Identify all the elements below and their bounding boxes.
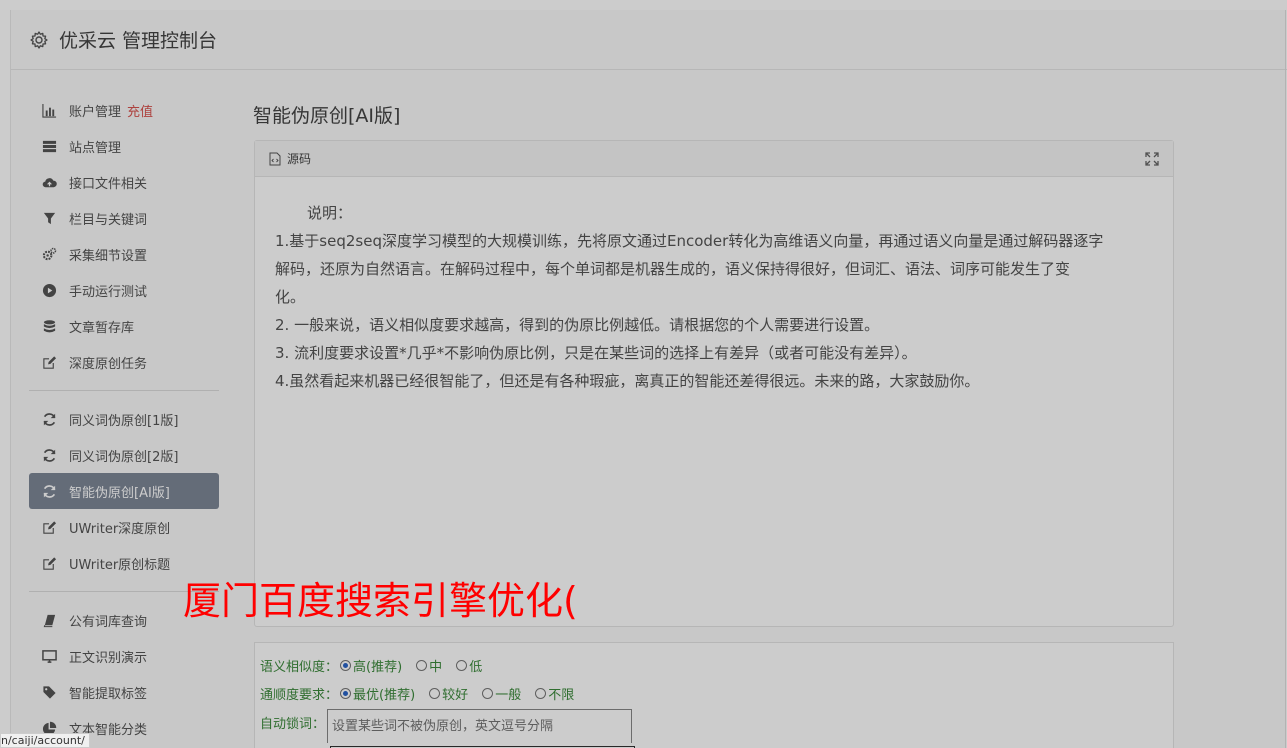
top-header: 优采云 管理控制台	[11, 10, 1287, 70]
sidebar-item-label: 接口文件相关	[69, 176, 148, 192]
filter-icon	[41, 210, 57, 226]
radio-circle[interactable]	[340, 687, 352, 699]
cloud-upload-icon	[41, 174, 57, 190]
sidebar-item-label: 公有词库查询	[69, 614, 148, 630]
sidebar-item-label: 正文识别演示	[69, 650, 148, 666]
sidebar-item-label: 文章暂存库	[69, 320, 135, 336]
panel-body: 说明： 1.基于seq2seq深度学习模型的大规模训练，先将原文通过Encoder…	[255, 177, 1135, 395]
sidebar-item[interactable]: 深度原创任务	[29, 344, 219, 380]
similarity-label: 语义相似度：	[260, 659, 339, 675]
edit-icon	[41, 519, 57, 535]
radio-label: 最优(推荐)	[353, 687, 416, 703]
sidebar-item[interactable]: 手动运行测试	[29, 272, 219, 308]
sidebar-item[interactable]: 栏目与关键词	[29, 200, 219, 236]
sidebar-item[interactable]: 采集细节设置	[29, 236, 219, 272]
edit-icon	[41, 354, 57, 370]
description-line: 4.虽然看起来机器已经很智能了，但还是有各种瑕疵，离真正的智能还差得很远。未来的…	[275, 372, 980, 390]
similarity-row: 语义相似度： 高(推荐) 中 低	[260, 651, 1173, 679]
play-circle-icon	[41, 282, 57, 298]
panel-header: 源码	[255, 141, 1173, 177]
fluency-radio[interactable]: 较好	[429, 684, 468, 703]
refresh-icon	[41, 483, 57, 499]
radio-label: 低	[469, 659, 483, 675]
sidebar-item[interactable]: 账户管理 充值	[29, 92, 219, 128]
tag-icon	[41, 684, 57, 700]
expand-icon[interactable]	[1145, 152, 1159, 166]
radio-label: 一般	[495, 687, 522, 703]
page-title: 智能伪原创[AI版]	[253, 105, 401, 127]
monitor-icon	[41, 648, 57, 664]
description-line: 2. 一般来说，语义相似度要求越高，得到的伪原比例越低。请根据您的个人需要进行设…	[275, 316, 880, 334]
sidebar-item-label: 采集细节设置	[69, 248, 148, 264]
bar-chart-icon	[41, 102, 57, 118]
fluency-radio[interactable]: 不限	[535, 684, 574, 703]
app-title: 优采云 管理控制台	[59, 30, 218, 52]
sidebar-item-label: 账户管理	[69, 104, 122, 120]
sidebar-item[interactable]: 智能伪原创[AI版]	[29, 473, 219, 509]
edit-icon	[41, 555, 57, 571]
lock-row: 自动锁词：	[260, 709, 1173, 743]
lock-label: 自动锁词：	[260, 717, 326, 732]
radio-label: 中	[429, 659, 443, 675]
sidebar-item[interactable]: 智能提取标签	[29, 674, 219, 710]
radio-label: 不限	[548, 687, 575, 703]
sidebar-nav: 账户管理 充值站点管理接口文件相关 栏目与关键词 采集细节设置 手动运行测试 文章暂存库深…	[29, 92, 219, 746]
similarity-radio[interactable]: 低	[456, 656, 482, 675]
page: 优采云 管理控制台 账户管理 充值站点管理接口文件相关 栏目与关键词 采集细节设置 手动…	[10, 10, 1287, 748]
nav-divider	[29, 390, 219, 391]
refresh-icon	[41, 411, 57, 427]
sidebar-item-label: UWriter深度原创	[69, 521, 171, 537]
refresh-icon	[41, 447, 57, 463]
database-icon	[41, 318, 57, 334]
sidebar-item-label: 智能伪原创[AI版]	[69, 485, 170, 501]
description-line: 1.基于seq2seq深度学习模型的大规模训练，先将原文通过Encoder转化为…	[275, 232, 1104, 250]
sidebar-item[interactable]: 同义词伪原创[1版]	[29, 401, 219, 437]
radio-label: 较好	[442, 687, 469, 703]
sidebar-item-label: 栏目与关键词	[69, 212, 148, 228]
right-border	[1285, 10, 1286, 748]
sidebar-item-label: 智能提取标签	[69, 686, 148, 702]
recharge-link[interactable]: 充值	[127, 101, 153, 120]
sidebar-item-label: 手动运行测试	[69, 284, 148, 300]
sidebar-item-label: 深度原创任务	[69, 356, 148, 372]
description-line: 3. 流利度要求设置*几乎*不影响伪原比例，只是在某些词的选择上有差异（或者可能…	[275, 344, 917, 362]
gear-icon	[30, 30, 48, 49]
fluency-radio[interactable]: 一般	[482, 684, 521, 703]
description-line: 化。	[275, 288, 306, 306]
sidebar-item-label: UWriter原创标题	[69, 557, 171, 573]
file-code-icon	[269, 152, 281, 165]
server-icon	[41, 138, 57, 154]
similarity-radio[interactable]: 中	[416, 656, 442, 675]
description-heading: 说明：	[307, 204, 353, 222]
sidebar-item[interactable]: 站点管理	[29, 128, 219, 164]
sidebar-item-label: 同义词伪原创[1版]	[69, 413, 179, 429]
source-panel: 源码 说明： 1.基于seq2seq深度学习模型的大规模训练，先将原文通过Enco…	[254, 140, 1174, 627]
cogs-icon	[41, 246, 57, 262]
fluency-row: 通顺度要求： 最优(推荐) 较好 一般 不限	[260, 679, 1173, 707]
radio-circle[interactable]	[429, 687, 441, 699]
radio-circle[interactable]	[482, 687, 494, 699]
fluency-radio[interactable]: 最优(推荐)	[340, 684, 415, 703]
radio-circle[interactable]	[340, 659, 352, 671]
sidebar-item-label: 站点管理	[69, 140, 122, 156]
similarity-radio[interactable]: 高(推荐)	[340, 656, 402, 675]
fluency-label: 通顺度要求：	[260, 687, 339, 703]
sidebar-item[interactable]: 正文识别演示	[29, 638, 219, 674]
options-form: 语义相似度： 高(推荐) 中 低 通顺度要求： 最优(推荐) 较好 一般 不限 自动锁词：	[254, 642, 1174, 748]
radio-circle[interactable]	[456, 659, 468, 671]
watermark-text: 厦门百度搜索引擎优化(	[183, 579, 578, 623]
status-url: n/caiji/account/	[0, 733, 90, 748]
panel-title: 源码	[287, 152, 312, 166]
sidebar-item[interactable]: 接口文件相关	[29, 164, 219, 200]
sidebar-item-label: 同义词伪原创[2版]	[69, 449, 179, 465]
radio-label: 高(推荐)	[353, 659, 403, 675]
radio-circle[interactable]	[535, 687, 547, 699]
sidebar-item[interactable]: 同义词伪原创[2版]	[29, 437, 219, 473]
radio-circle[interactable]	[416, 659, 428, 671]
sidebar-item[interactable]: 文章暂存库	[29, 308, 219, 344]
book-icon	[41, 612, 57, 628]
description-line: 解码，还原为自然语言。在解码过程中，每个单词都是机器生成的，语义保持得很好，但词…	[275, 260, 1071, 278]
sidebar-item[interactable]: UWriter深度原创	[29, 509, 219, 545]
lock-words-input[interactable]	[327, 709, 633, 743]
